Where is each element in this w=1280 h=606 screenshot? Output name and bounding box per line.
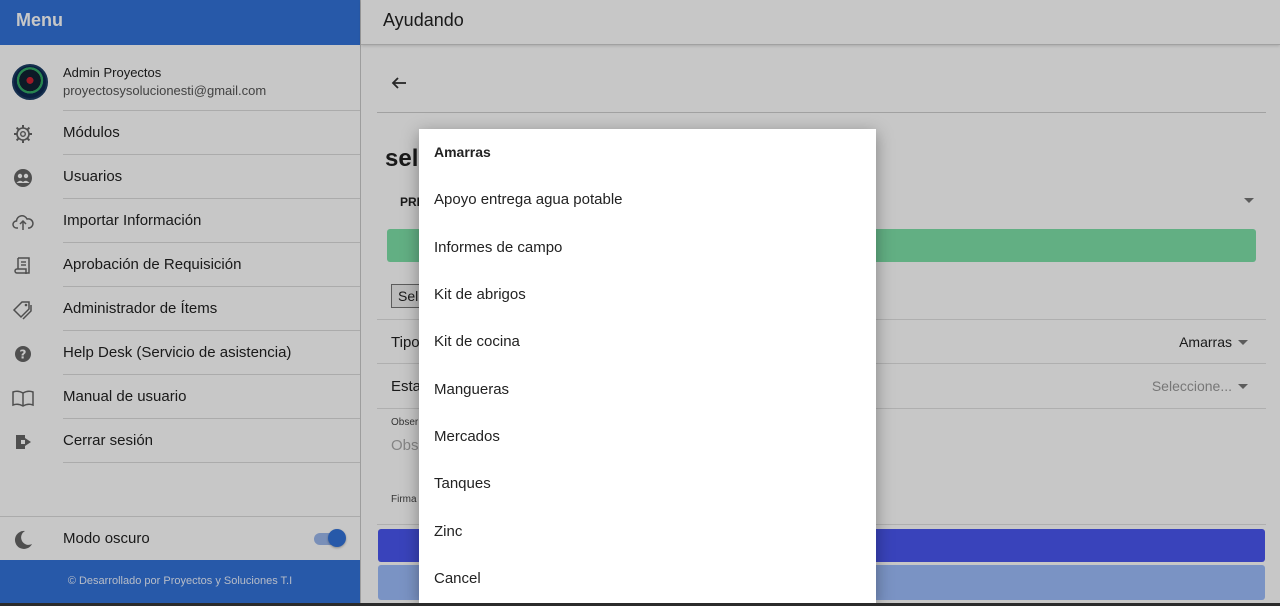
option-item[interactable]: Mercados: [434, 428, 500, 445]
cancel-button[interactable]: Cancel: [434, 570, 481, 587]
option-item[interactable]: Kit de abrigos: [434, 286, 526, 303]
option-item[interactable]: Informes de campo: [434, 239, 562, 256]
dialog-title[interactable]: Amarras: [434, 144, 491, 160]
option-item[interactable]: Tanques: [434, 475, 491, 492]
option-item[interactable]: Kit de cocina: [434, 333, 520, 350]
option-item[interactable]: Mangueras: [434, 381, 509, 398]
option-item[interactable]: Zinc: [434, 523, 462, 540]
option-item[interactable]: Apoyo entrega agua potable: [434, 191, 623, 208]
select-options-dialog: Amarras Apoyo entrega agua potable Infor…: [419, 129, 876, 603]
